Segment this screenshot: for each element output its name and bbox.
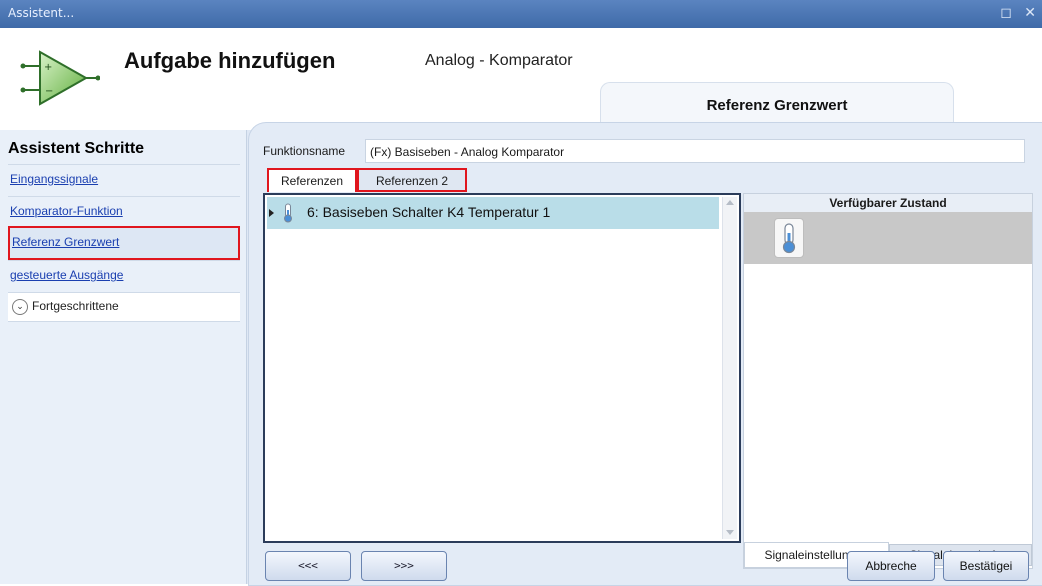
current-step-label: Referenz Grenzwert — [706, 97, 848, 114]
tab-referenzen-2[interactable]: Referenzen 2 — [357, 168, 467, 192]
confirm-button[interactable]: Bestätigei — [943, 551, 1029, 581]
next-button[interactable]: >>> — [361, 551, 447, 581]
available-state-panel: Verfügbarer Zustand Signaleinstellungen … — [743, 193, 1033, 569]
window-title: Assistent... — [8, 6, 75, 20]
advanced-expander[interactable]: ⌄ Fortgeschrittene — [8, 292, 240, 322]
sidebar-item-label[interactable]: Referenz Grenzwert — [12, 235, 119, 249]
sidebar-item-komparator-funktion[interactable]: Komparator-Funktion — [8, 196, 240, 227]
steps-sidebar: Assistent Schritte Eingangssignale Kompa… — [0, 130, 247, 584]
available-state-row[interactable] — [744, 212, 1032, 264]
comparator-icon: + − — [20, 50, 100, 106]
function-name-label: Funktionsname — [263, 144, 346, 158]
title-bar: Assistent... ◻ ✕ — [0, 0, 1042, 28]
page-title: Aufgabe hinzufügen — [124, 48, 336, 73]
scroll-up-icon[interactable] — [726, 200, 734, 205]
available-state-heading: Verfügbarer Zustand — [744, 194, 1032, 212]
state-item[interactable] — [774, 218, 804, 258]
tab-referenzen[interactable]: Referenzen — [267, 168, 357, 192]
list-scrollbar[interactable] — [722, 197, 737, 539]
thermometer-icon — [782, 223, 796, 254]
references-list[interactable]: 6: Basiseben Schalter K4 Temperatur 1 — [263, 193, 741, 543]
back-button[interactable]: <<< — [265, 551, 351, 581]
wizard-window: + − Aufgabe hinzufügen Analog - Komparat… — [0, 28, 1042, 586]
chevron-down-icon[interactable]: ⌄ — [12, 299, 28, 315]
main-content: Funktionsname (Fx) Basiseben - Analog Ko… — [248, 122, 1042, 586]
advanced-label: Fortgeschrittene — [32, 299, 119, 313]
sidebar-heading: Assistent Schritte — [8, 140, 145, 157]
function-name-field[interactable]: (Fx) Basiseben - Analog Komparator — [365, 139, 1025, 163]
svg-text:+: + — [44, 62, 52, 73]
sidebar-item-label[interactable]: Eingangssignale — [10, 172, 98, 186]
page-subtitle: Analog - Komparator — [425, 52, 573, 69]
wizard-header: + − Aufgabe hinzufügen Analog - Komparat… — [0, 28, 1042, 131]
reference-label: 6: Basiseben Schalter K4 Temperatur 1 — [307, 204, 551, 220]
sidebar-item-gesteuerte-ausgaenge[interactable]: gesteuerte Ausgänge — [8, 260, 240, 291]
sidebar-item-label[interactable]: gesteuerte Ausgänge — [10, 268, 123, 282]
sidebar-item-eingangssignale[interactable]: Eingangssignale — [8, 164, 240, 195]
row-marker-icon — [269, 209, 274, 217]
thermometer-icon — [284, 203, 292, 223]
scroll-down-icon[interactable] — [726, 530, 734, 535]
sidebar-item-label[interactable]: Komparator-Funktion — [10, 204, 123, 218]
sidebar-item-referenz-grenzwert[interactable]: Referenz Grenzwert — [8, 226, 240, 260]
svg-text:−: − — [45, 86, 53, 97]
list-item[interactable]: 6: Basiseben Schalter K4 Temperatur 1 — [267, 197, 719, 229]
window-controls[interactable]: ◻ ✕ — [1000, 5, 1040, 21]
cancel-button[interactable]: Abbreche — [847, 551, 935, 581]
